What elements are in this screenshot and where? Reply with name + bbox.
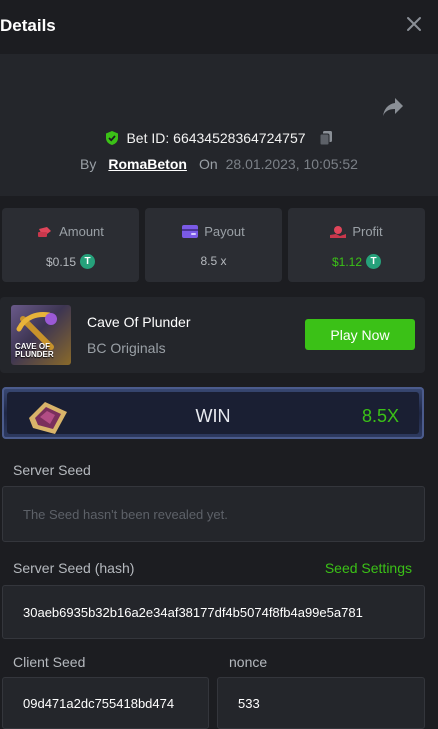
usdt-coin-icon: T [366, 254, 382, 269]
bet-id-row: Bet ID: 66434528364724757 [0, 128, 438, 148]
game-name[interactable]: Cave Of Plunder [87, 314, 191, 330]
win-multiplier: 8.5X [361, 406, 399, 426]
by-label: By [80, 156, 97, 172]
win-label: WIN [195, 406, 231, 426]
bet-info-panel [0, 54, 438, 196]
server-seed-field[interactable]: The Seed hasn't been revealed yet. [2, 486, 425, 542]
client-seed-field[interactable]: 09d471a2dc755418bd474 [2, 677, 209, 729]
shield-check-icon [106, 131, 119, 145]
nonce-value: 533 [238, 695, 260, 711]
payout-label: Payout [204, 224, 245, 239]
thumb-text-line-2: PLUNDER [15, 350, 54, 359]
bet-byline: By RomaBeton On 28.01.2023, 10:05:52 [0, 154, 438, 174]
nonce-field[interactable]: 533 [217, 677, 425, 729]
server-hash-value: 30aeb6935b32b16a2e34af38177df4b5074f8fb4… [23, 604, 363, 620]
bet-date: 28.01.2023, 10:05:52 [225, 156, 358, 172]
seed-settings-link[interactable]: Seed Settings [325, 560, 412, 576]
profit-value: $1.12 [331, 254, 363, 269]
bet-id: Bet ID: 66434528364724757 [126, 130, 306, 146]
nonce-label: nonce [229, 654, 268, 670]
amount-value: $0.15 [45, 254, 77, 269]
game-thumbnail[interactable]: CAVE OF PLUNDER [11, 305, 71, 365]
server-hash-label: Server Seed (hash) [13, 560, 135, 576]
bet-stats: Amount $0.15 T Payout 8.5 x Profit $1.12… [0, 208, 438, 282]
profit-icon [330, 225, 347, 238]
game-provider: BC Originals [87, 340, 166, 356]
share-icon[interactable] [381, 96, 405, 118]
client-seed-value: 09d471a2dc755418bd474 [23, 695, 175, 711]
wallet-icon [182, 225, 199, 238]
client-seed-label: Client Seed [13, 654, 86, 670]
server-seed-label: Server Seed [13, 462, 91, 478]
usdt-coin-icon: T [80, 254, 96, 269]
game-card: CAVE OF PLUNDER Cave Of Plunder BC Origi… [0, 297, 425, 373]
page-title: Details [0, 16, 56, 35]
stat-payout: Payout 8.5 x [145, 208, 282, 282]
amount-label: Amount [59, 224, 104, 239]
stat-profit: Profit $1.12 T [288, 208, 425, 282]
profit-label: Profit [352, 224, 383, 239]
on-label: On [198, 156, 218, 172]
win-result-banner: WIN 8.5X [2, 387, 424, 439]
user-link[interactable]: RomaBeton [108, 156, 187, 172]
play-now-button[interactable]: Play Now [305, 319, 415, 350]
stat-amount: Amount $0.15 T [2, 208, 139, 282]
close-icon[interactable] [404, 14, 424, 34]
details-header: Details [0, 0, 438, 54]
amount-icon [38, 226, 52, 237]
server-seed-placeholder: The Seed hasn't been revealed yet. [23, 506, 228, 522]
server-hash-field[interactable]: 30aeb6935b32b16a2e34af38177df4b5074f8fb4… [2, 585, 425, 639]
payout-value: 8.5 x [200, 254, 227, 268]
copy-icon[interactable] [318, 130, 334, 146]
